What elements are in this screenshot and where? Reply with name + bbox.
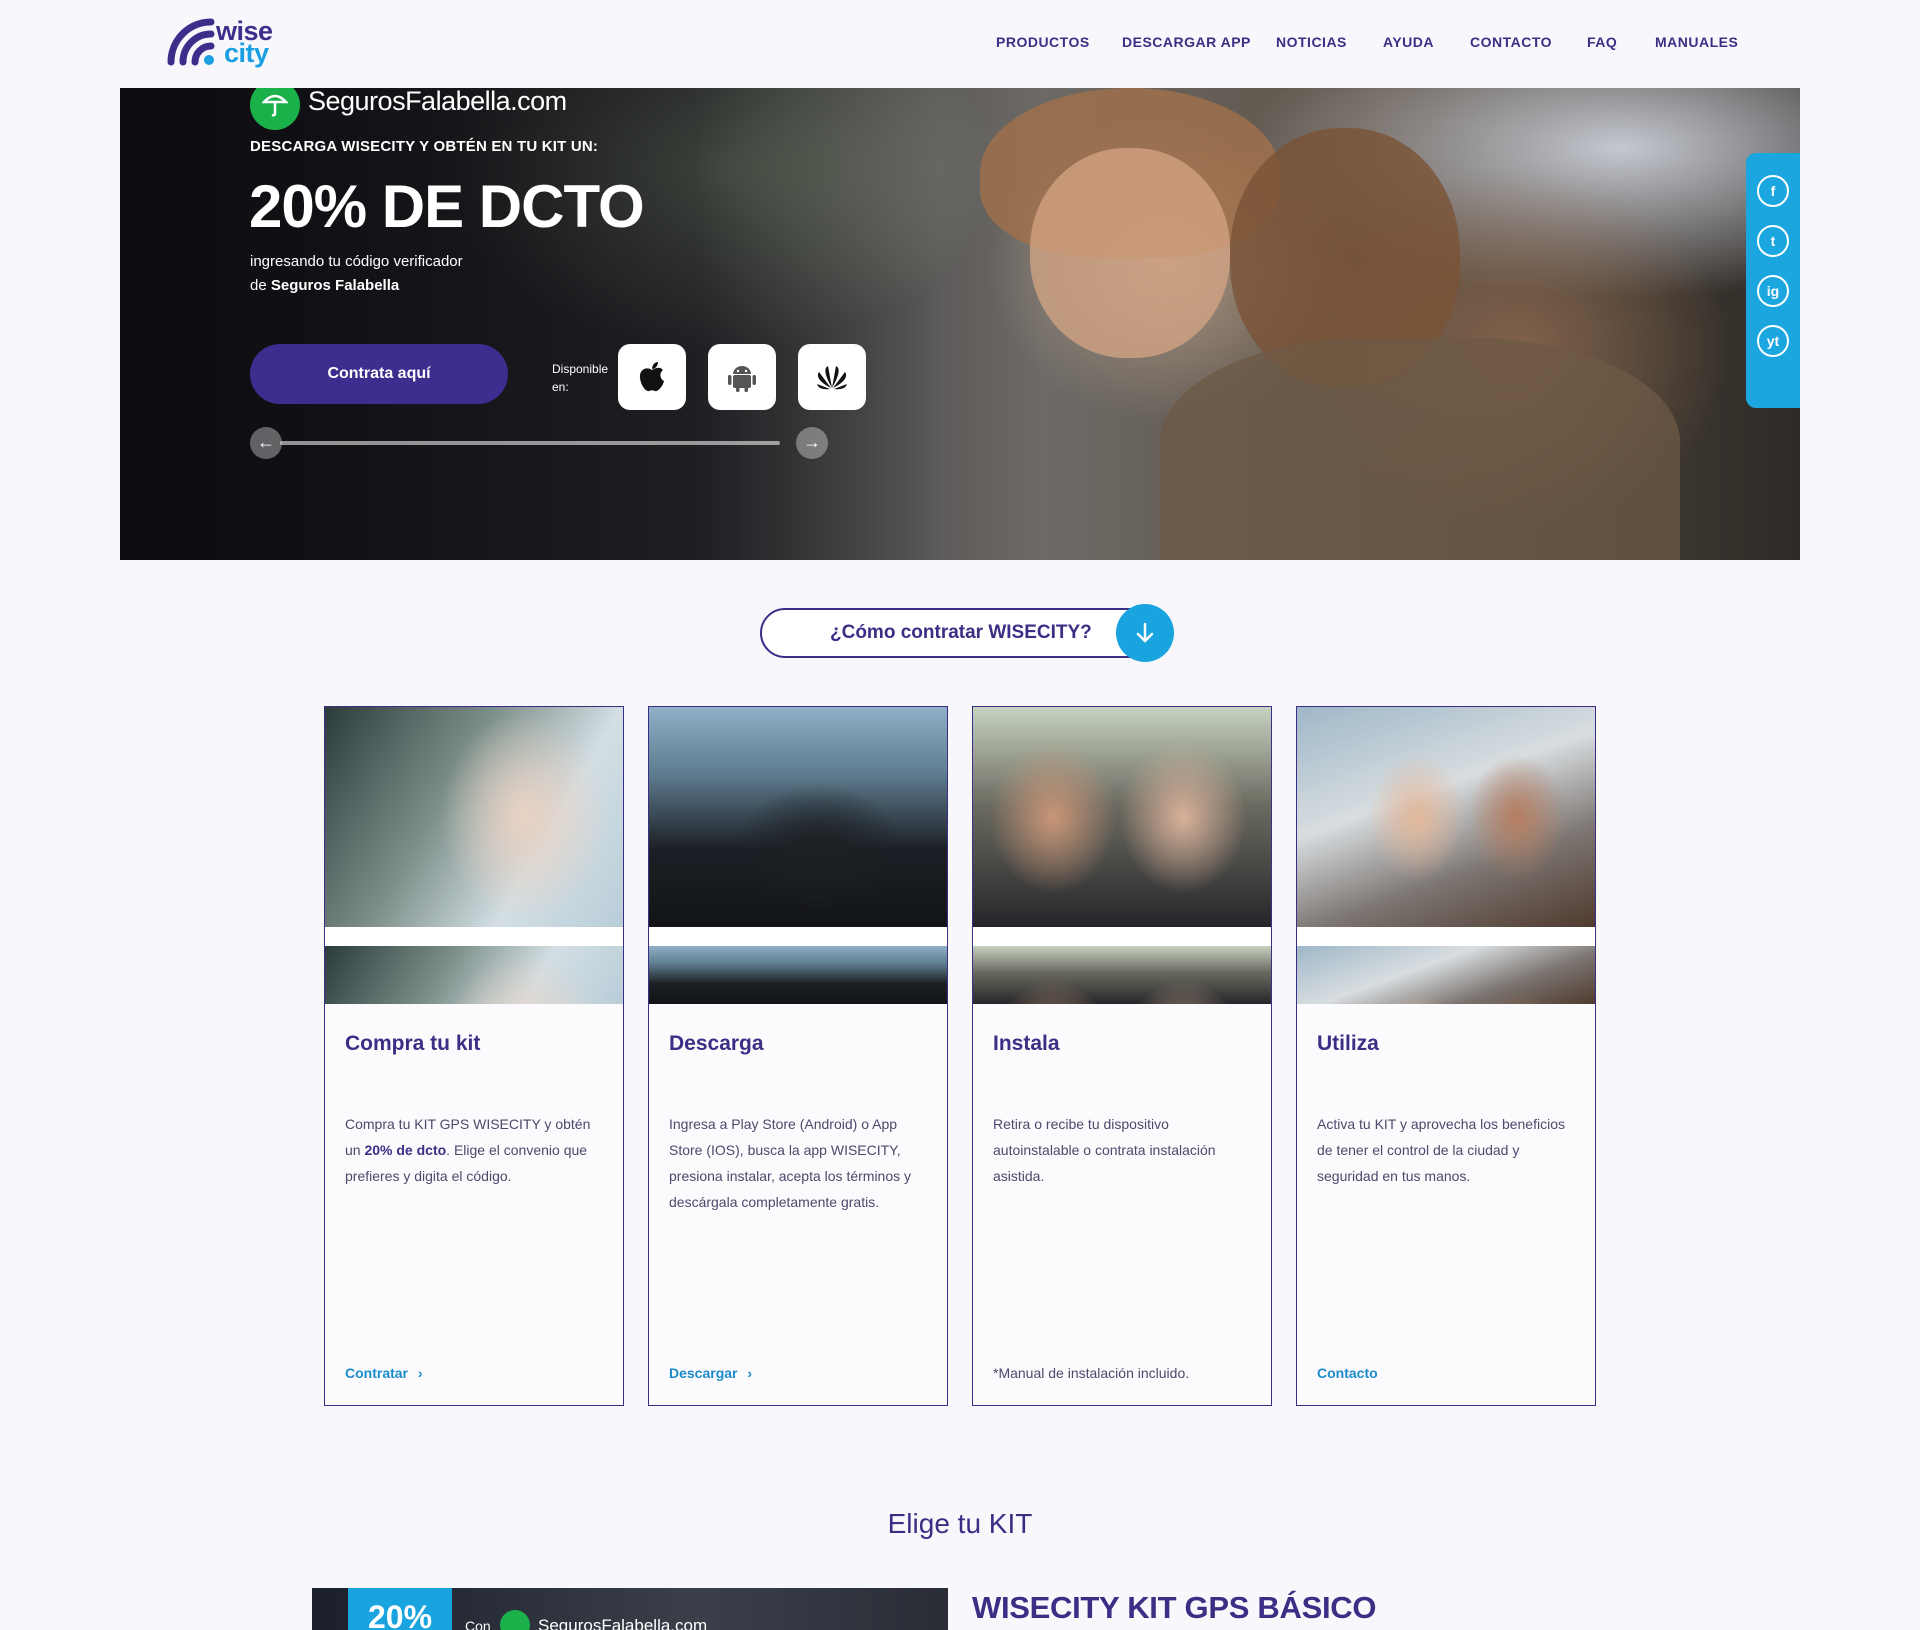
app-gallery-button[interactable] <box>798 344 866 410</box>
step-image-utiliza <box>1297 707 1595 1004</box>
como-contratar-label: ¿Cómo contratar WISECITY? <box>830 622 1092 643</box>
slider-prev-button[interactable]: ← <box>250 427 282 459</box>
logo-text-city: city <box>224 38 269 68</box>
hero-subtitle-line1: ingresando tu código verificador <box>250 253 463 270</box>
descargar-link[interactable]: Descargar › <box>669 1365 752 1381</box>
step-card-compra: Compra tu kit Compra tu KIT GPS WISECITY… <box>324 706 624 1406</box>
twitter-icon[interactable]: t <box>1757 225 1789 257</box>
contratar-link[interactable]: Contratar › <box>345 1365 423 1381</box>
social-sidebar: f t ig yt <box>1746 153 1800 408</box>
youtube-icon[interactable]: yt <box>1757 325 1789 357</box>
contratar-link-label: Contratar <box>345 1365 409 1381</box>
slider-next-button[interactable]: → <box>796 427 828 459</box>
hero-subtitle-prefix: de <box>250 277 267 294</box>
instagram-icon[interactable]: ig <box>1757 275 1789 307</box>
arrow-down-icon[interactable] <box>1116 604 1174 662</box>
discount-badge-con: Con <box>465 1618 491 1630</box>
contrata-aqui-button[interactable]: Contrata aquí <box>250 344 508 404</box>
step-description: Activa tu KIT y aprovecha los beneficios… <box>1317 1116 1565 1184</box>
hero-subtitle-partner: Seguros Falabella <box>270 277 400 294</box>
nav-faq[interactable]: FAQ <box>1587 34 1617 54</box>
kit-basico-title: WISECITY KIT GPS BÁSICO <box>972 1590 1377 1625</box>
step-image-compra <box>325 707 623 1004</box>
step-image-descarga <box>649 707 947 1004</box>
step-description: Compra tu KIT GPS WISECITY y obtén un 20… <box>345 1111 607 1189</box>
hero-text-overlay <box>120 88 940 560</box>
android-icon <box>728 366 756 392</box>
kit-partner-text: SegurosFalabella.com <box>538 1616 708 1630</box>
chevron-right-icon: › <box>417 1365 423 1381</box>
hero-subtitle: ingresando tu código verificador de Segu… <box>250 250 550 298</box>
step-description: Ingresa a Play Store (Android) o App Sto… <box>669 1116 912 1210</box>
manual-note: *Manual de instalación incluido. <box>993 1365 1190 1381</box>
descargar-link-label: Descargar <box>669 1365 738 1381</box>
step-title: Instala <box>993 1032 1060 1055</box>
step-title: Descarga <box>669 1032 764 1055</box>
site-header: wise city PRODUCTOS DESCARGAR APP NOTICI… <box>0 0 1920 88</box>
discount-badge: 20% <box>348 1588 452 1630</box>
step-desc-highlight: 20% de dcto <box>364 1142 447 1158</box>
elige-kit-heading: Elige tu KIT <box>887 1508 1033 1539</box>
nav-manuales[interactable]: MANUALES <box>1655 34 1738 54</box>
contacto-link[interactable]: Contacto <box>1317 1365 1378 1381</box>
logo-signal-icon <box>167 18 215 66</box>
nav-contacto[interactable]: CONTACTO <box>1470 34 1552 54</box>
hero-title: 20% DE DCTO <box>249 173 645 240</box>
step-image-instala <box>973 707 1271 1004</box>
nav-descargar-app[interactable]: DESCARGAR APP <box>1122 34 1251 54</box>
nav-noticias[interactable]: NOTICIAS <box>1276 34 1347 54</box>
nav-ayuda[interactable]: AYUDA <box>1383 34 1434 54</box>
step-title: Utiliza <box>1317 1032 1379 1055</box>
huawei-icon <box>817 366 847 390</box>
como-contratar-button[interactable]: ¿Cómo contratar WISECITY? <box>760 604 1174 662</box>
hero-banner: SegurosFalabella.com DESCARGA WISECITY Y… <box>120 88 1800 560</box>
slider-progress-track[interactable] <box>280 441 780 445</box>
hero-kicker: DESCARGA WISECITY Y OBTÉN EN TU KIT UN: <box>250 138 599 155</box>
nav-productos[interactable]: PRODUCTOS <box>996 34 1090 54</box>
play-store-button[interactable] <box>708 344 776 410</box>
chevron-right-icon: › <box>747 1365 753 1381</box>
available-label: Disponible en: <box>552 362 609 394</box>
umbrella-icon <box>500 1610 530 1630</box>
app-store-button[interactable] <box>618 344 686 410</box>
step-card-utiliza: Utiliza Activa tu KIT y aprovecha los be… <box>1296 706 1596 1406</box>
step-title: Compra tu kit <box>345 1032 481 1055</box>
wisecity-logo[interactable]: wise city <box>167 16 287 72</box>
step-description: Retira o recibe tu dispositivo autoinsta… <box>993 1116 1216 1184</box>
hero-photo-jacket <box>1160 338 1680 560</box>
partner-logo-text: SegurosFalabella.com <box>308 88 567 116</box>
step-card-descarga: Descarga Ingresa a Play Store (Android) … <box>648 706 948 1406</box>
step-card-instala: Instala Retira o recibe tu dispositivo a… <box>972 706 1272 1406</box>
hero-photo-woman <box>1030 148 1230 358</box>
apple-icon <box>639 362 664 392</box>
facebook-icon[interactable]: f <box>1757 175 1789 207</box>
kit-basico-image[interactable]: 20% Con SegurosFalabella.com <box>312 1588 948 1630</box>
